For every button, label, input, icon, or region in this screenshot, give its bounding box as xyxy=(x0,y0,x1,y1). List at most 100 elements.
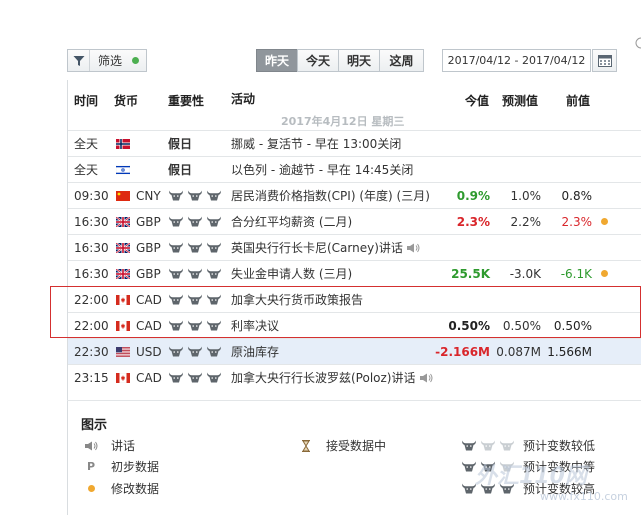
legend-speech: 讲话 xyxy=(81,437,135,454)
row-currency: CAD xyxy=(136,370,162,385)
row-previous: 0.50% xyxy=(553,318,592,333)
speech-icon xyxy=(81,441,101,451)
col-actual: 今值 xyxy=(465,94,490,108)
importance-bulls-icon xyxy=(168,216,222,227)
row-currency xyxy=(136,131,170,156)
day-tabs: 昨天 今天 明天 这周 xyxy=(256,49,424,72)
row-forecast xyxy=(493,157,541,182)
legend-preliminary-label: 初步数据 xyxy=(111,460,160,474)
row-previous xyxy=(544,131,592,156)
table-row[interactable]: 全天 假日 以色列 - 逾越节 - 早在 14:45关闭 xyxy=(68,156,641,182)
row-time: 全天 xyxy=(74,137,99,151)
row-actual: 0.9% xyxy=(456,188,490,203)
row-importance xyxy=(168,365,226,390)
row-currency: GBP xyxy=(136,240,161,255)
table-row[interactable]: 22:00 CAD 利率决议 0.50% 0.50% 0.50% xyxy=(68,312,641,338)
row-time: 16:30 xyxy=(74,240,109,255)
importance-bulls-icon xyxy=(168,294,222,305)
row-actual xyxy=(416,131,490,156)
row-importance xyxy=(168,209,226,234)
row-time: 22:30 xyxy=(74,344,109,359)
row-currency: CNY xyxy=(136,188,161,203)
importance-bulls-icon xyxy=(168,268,222,279)
watermark-brand: 外汇110网 xyxy=(475,464,587,489)
row-forecast xyxy=(493,365,541,390)
col-importance: 重要性 xyxy=(168,94,205,108)
legend-title: 图示 xyxy=(81,418,108,433)
row-currency xyxy=(136,157,170,182)
row-forecast: 1.0% xyxy=(510,188,542,203)
row-currency: GBP xyxy=(136,214,161,229)
legend-low: 预计变数较低 xyxy=(461,437,596,454)
revised-dot-icon xyxy=(598,183,610,208)
row-time: 16:30 xyxy=(74,214,109,229)
row-time: 09:30 xyxy=(74,188,109,203)
norway-flag-icon xyxy=(116,131,132,156)
row-currency: GBP xyxy=(136,266,161,281)
row-forecast: 0.087M xyxy=(496,344,541,359)
importance-bulls-icon xyxy=(168,320,222,331)
tab-tomorrow[interactable]: 明天 xyxy=(338,49,380,72)
hourglass-icon xyxy=(296,439,316,452)
table-row[interactable]: 16:30 GBP 失业金申请人数 (三月) 25.5K -3.0K -6.1K xyxy=(68,260,641,286)
table-row[interactable]: 22:30 USD 原油库存 -2.166M 0.087M 1.566M xyxy=(68,338,641,364)
tab-today[interactable]: 今天 xyxy=(297,49,339,72)
row-previous: 0.8% xyxy=(561,188,593,203)
tab-this-week[interactable]: 这周 xyxy=(379,49,424,72)
row-importance xyxy=(168,287,226,312)
usa-flag-icon xyxy=(116,339,132,364)
table-row[interactable]: 09:30 CNY 居民消费价格指数(CPI) (年度) (三月) 0.9% 1.0% 0… xyxy=(68,182,641,208)
table-row[interactable]: 全天 假日 挪威 - 复活节 - 早在 13:00关闭 xyxy=(68,130,641,156)
row-importance xyxy=(168,235,226,260)
revised-dot-icon xyxy=(598,339,610,364)
col-event: 活动 xyxy=(231,92,256,106)
tab-yesterday[interactable]: 昨天 xyxy=(256,49,298,72)
row-actual xyxy=(416,235,490,260)
row-actual xyxy=(416,287,490,312)
row-importance xyxy=(168,339,226,364)
calendar-button[interactable] xyxy=(592,49,617,72)
revised-dot-icon xyxy=(598,287,610,312)
importance-bulls-icon xyxy=(168,190,222,201)
table-row[interactable]: 22:00 CAD 加拿大央行货币政策报告 xyxy=(68,286,641,312)
legend-revised: 修改数据 xyxy=(81,480,159,497)
row-forecast xyxy=(493,131,541,156)
filter-status-dot-icon xyxy=(132,57,140,64)
row-currency: CAD xyxy=(136,318,162,333)
uk-flag-icon xyxy=(116,235,132,260)
row-importance xyxy=(168,261,226,286)
row-forecast: 0.50% xyxy=(502,318,541,333)
row-previous xyxy=(544,157,592,182)
row-forecast: 2.2% xyxy=(510,214,542,229)
col-previous: 前值 xyxy=(566,94,591,108)
row-time: 22:00 xyxy=(74,318,109,333)
row-forecast xyxy=(493,287,541,312)
table-header: 时间 货币 重要性 活动 今值 预测值 前值 2017年4月12日 星期三 xyxy=(68,80,641,130)
row-previous xyxy=(544,287,592,312)
row-previous xyxy=(544,235,592,260)
table-row[interactable]: 16:30 GBP 合分红平均薪资 (二月) 2.3% 2.2% 2.3% xyxy=(68,208,641,234)
row-actual: -2.166M xyxy=(435,344,490,359)
col-forecast: 预测值 xyxy=(502,94,539,108)
canada-flag-icon xyxy=(116,287,132,312)
row-importance xyxy=(168,183,226,208)
importance-bulls-icon xyxy=(168,346,222,357)
holiday-label: 假日 xyxy=(168,163,193,177)
row-actual xyxy=(416,365,490,390)
importance-bulls-icon xyxy=(168,242,222,253)
table-row[interactable]: 23:15 CAD 加拿大央行行长波罗兹(Poloz)讲话 xyxy=(68,364,641,390)
partial-close-icon xyxy=(634,36,641,64)
legend-low-label: 预计变数较低 xyxy=(523,439,596,453)
israel-flag-icon xyxy=(116,157,132,182)
table-row[interactable]: 16:30 GBP 英国央行行长卡尼(Carney)讲话 xyxy=(68,234,641,260)
date-range-field[interactable]: 2017/04/12 - 2017/04/12 xyxy=(442,49,591,72)
china-flag-icon xyxy=(116,183,132,208)
row-importance: 假日 xyxy=(168,131,226,156)
revised-dot-icon xyxy=(598,131,610,156)
revised-dot-icon xyxy=(81,485,101,492)
col-time: 时间 xyxy=(74,94,99,108)
calendar-icon xyxy=(597,54,612,67)
filter-button[interactable]: 筛选 xyxy=(67,49,147,72)
row-importance: 假日 xyxy=(168,157,226,182)
row-importance xyxy=(168,313,226,338)
